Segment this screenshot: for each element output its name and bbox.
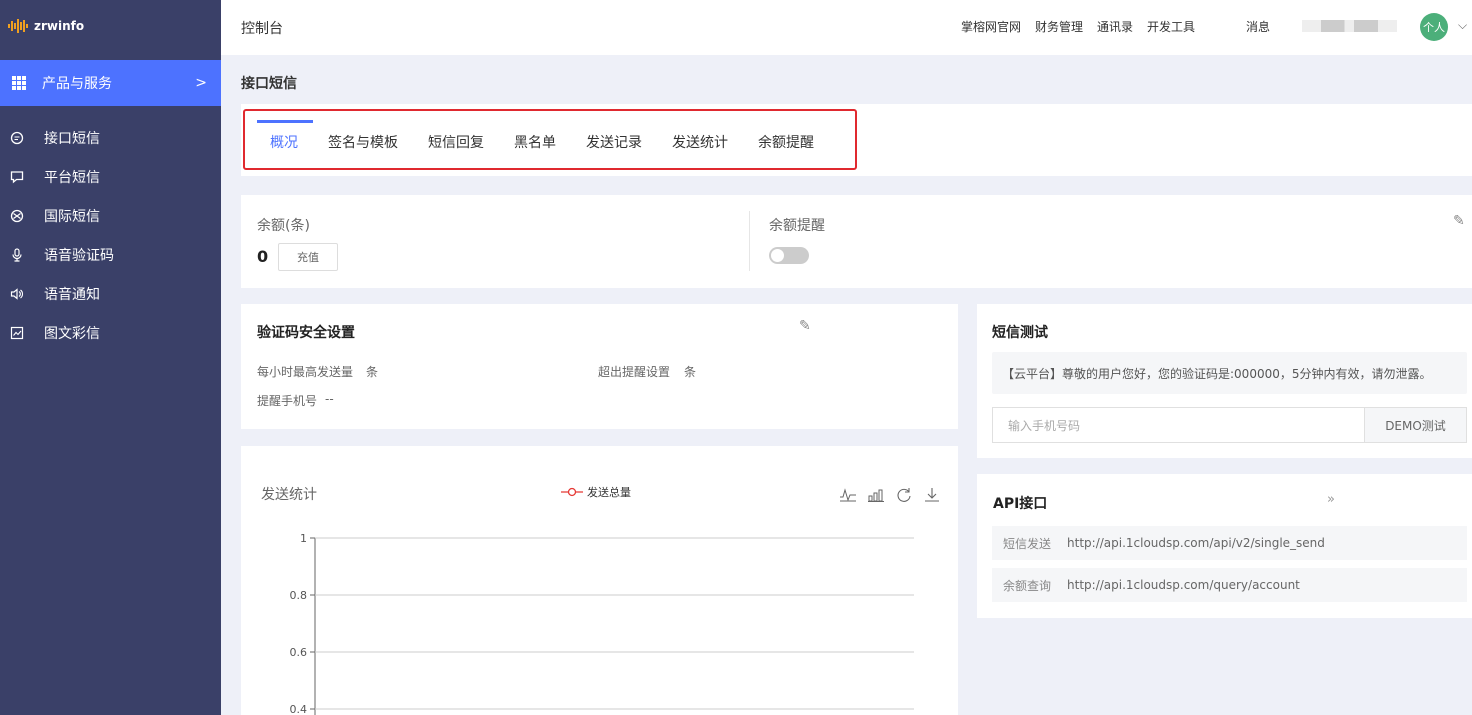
nav-official-site[interactable]: 掌榕网官网 (961, 18, 1021, 35)
recharge-button[interactable]: 充值 (278, 243, 338, 271)
demo-test-button[interactable]: DEMO测试 (1364, 407, 1467, 443)
balance-label: 余额(条) (257, 218, 310, 234)
sms-test-card: 短信测试 【云平台】尊敬的用户您好，您的验证码是:000000，5分钟内有效，请… (977, 304, 1472, 458)
remind-phone-label: 提醒手机号 (257, 394, 318, 408)
y-tick-label: 0.4 (290, 703, 308, 715)
sidebar-item-api-sms[interactable]: 接口短信 (0, 118, 221, 157)
chart-legend[interactable]: 发送总量 (561, 484, 631, 500)
divider (749, 211, 750, 271)
sidebar-menu: 接口短信 平台短信 国际短信 语音验证码 语音通知 图文彩信 (0, 118, 221, 352)
sidebar: zrwinfo 产品与服务 > 接口短信 平台短信 国际短信 语音验证码 语音通… (0, 0, 221, 715)
tab-sign-template[interactable]: 签名与模板 (313, 120, 413, 156)
over-remind-label: 超出提醒设置 (598, 365, 671, 379)
top-bar: 控制台 掌榕网官网 财务管理 通讯录 开发工具 消息 个人 ⌵ (221, 0, 1472, 55)
edit-pencil-icon[interactable]: ✎ (1453, 213, 1465, 229)
balance-remind-toggle[interactable] (769, 247, 809, 264)
message-square-icon (10, 170, 24, 183)
tab-bar: 概况 签名与模板 短信回复 黑名单 发送记录 发送统计 余额提醒 (255, 120, 829, 156)
chart-toolbox (839, 486, 941, 504)
api-key: 短信发送 (1003, 536, 1052, 551)
api-row-balance: 余额查询 http://api.1cloudsp.com/query/accou… (992, 568, 1467, 602)
api-row-send: 短信发送 http://api.1cloudsp.com/api/v2/sing… (992, 526, 1467, 560)
nav-dev-tools[interactable]: 开发工具 (1147, 18, 1195, 35)
sidebar-item-voice-notice[interactable]: 语音通知 (0, 274, 221, 313)
line-chart-icon[interactable] (839, 486, 857, 504)
sms-test-title: 短信测试 (992, 325, 1048, 341)
logo-waveform-icon (8, 19, 28, 33)
y-tick-label: 1 (300, 532, 307, 545)
legend-line-marker-icon (561, 487, 583, 497)
sidebar-products-services[interactable]: 产品与服务 > (0, 60, 221, 106)
refresh-icon[interactable] (895, 486, 913, 504)
balance-remind-label: 余额提醒 (769, 218, 825, 234)
image-chart-icon (10, 326, 24, 339)
nav-finance[interactable]: 财务管理 (1035, 18, 1083, 35)
api-key: 余额查询 (1003, 578, 1052, 593)
page-title: 接口短信 (241, 76, 297, 92)
download-icon[interactable] (923, 486, 941, 504)
tab-send-stats[interactable]: 发送统计 (657, 120, 743, 156)
sidebar-item-voice-code[interactable]: 语音验证码 (0, 235, 221, 274)
y-tick-label: 0.6 (290, 646, 308, 659)
balance-card: 余额(条) 0 充值 余额提醒 ✎ (241, 195, 1472, 288)
tab-overview[interactable]: 概况 (255, 120, 313, 156)
sidebar-item-label: 平台短信 (44, 169, 100, 186)
verify-title: 验证码安全设置 (257, 325, 355, 341)
sidebar-item-label: 语音通知 (44, 286, 100, 303)
legend-label: 发送总量 (587, 486, 631, 499)
nav-contacts[interactable]: 通讯录 (1097, 18, 1133, 35)
verify-security-card: 验证码安全设置 ✎ 每小时最高发送量 条 超出提醒设置 条 提醒手机号 -- (241, 304, 958, 429)
grid-icon (12, 76, 26, 90)
top-nav: 掌榕网官网 财务管理 通讯录 开发工具 (961, 18, 1209, 35)
max-per-hour-label: 每小时最高发送量 (257, 365, 354, 379)
sidebar-item-intl-sms[interactable]: 国际短信 (0, 196, 221, 235)
sidebar-item-platform-sms[interactable]: 平台短信 (0, 157, 221, 196)
speaker-icon (10, 287, 23, 300)
remind-phone-value: -- (325, 392, 334, 406)
sidebar-item-label: 图文彩信 (44, 325, 100, 342)
tab-sms-reply[interactable]: 短信回复 (413, 120, 499, 156)
tab-send-records[interactable]: 发送记录 (571, 120, 657, 156)
chevron-down-icon[interactable]: ⌵ (1458, 18, 1467, 33)
sms-test-message: 【云平台】尊敬的用户您好，您的验证码是:000000，5分钟内有效，请勿泄露。 (992, 352, 1467, 394)
sidebar-item-label: 接口短信 (44, 130, 100, 147)
send-stats-card: 1 0.8 0.6 0.4 发送统计 发送总量 (241, 446, 958, 715)
nav-messages[interactable]: 消息 (1246, 18, 1270, 35)
double-chevron-right-icon[interactable]: » (1327, 492, 1335, 507)
over-remind-unit: 条 (684, 365, 697, 379)
avatar[interactable]: 个人 (1420, 13, 1448, 41)
api-url[interactable]: http://api.1cloudsp.com/api/v2/single_se… (1067, 536, 1325, 550)
phone-input[interactable]: 输入手机号码 (992, 407, 1364, 443)
api-card: API接口 » 短信发送 http://api.1cloudsp.com/api… (977, 474, 1472, 618)
tab-blacklist[interactable]: 黑名单 (499, 120, 571, 156)
microphone-icon (12, 247, 22, 262)
max-per-hour-unit: 条 (366, 365, 379, 379)
y-tick-label: 0.8 (290, 589, 308, 602)
bar-chart-icon[interactable] (867, 486, 885, 504)
edit-pencil-icon[interactable]: ✎ (799, 318, 811, 334)
balance-value: 0 (257, 247, 269, 266)
sidebar-item-mms[interactable]: 图文彩信 (0, 313, 221, 352)
redacted-account-name (1302, 20, 1397, 32)
logo[interactable]: zrwinfo (0, 0, 221, 52)
sidebar-active-label: 产品与服务 (42, 76, 112, 92)
api-url[interactable]: http://api.1cloudsp.com/query/account (1067, 578, 1300, 592)
chevron-right-icon: > (195, 75, 207, 91)
brand-name: zrwinfo (34, 19, 85, 33)
globe-icon (10, 209, 24, 222)
chat-bubble-icon (10, 131, 24, 144)
tab-balance-remind[interactable]: 余额提醒 (743, 120, 829, 156)
api-title: API接口 (993, 496, 1048, 512)
stats-title: 发送统计 (261, 487, 317, 503)
console-title: 控制台 (241, 21, 283, 37)
sidebar-item-label: 语音验证码 (44, 247, 114, 264)
tabs-card: 概况 签名与模板 短信回复 黑名单 发送记录 发送统计 余额提醒 (241, 104, 1472, 176)
sidebar-item-label: 国际短信 (44, 208, 100, 225)
